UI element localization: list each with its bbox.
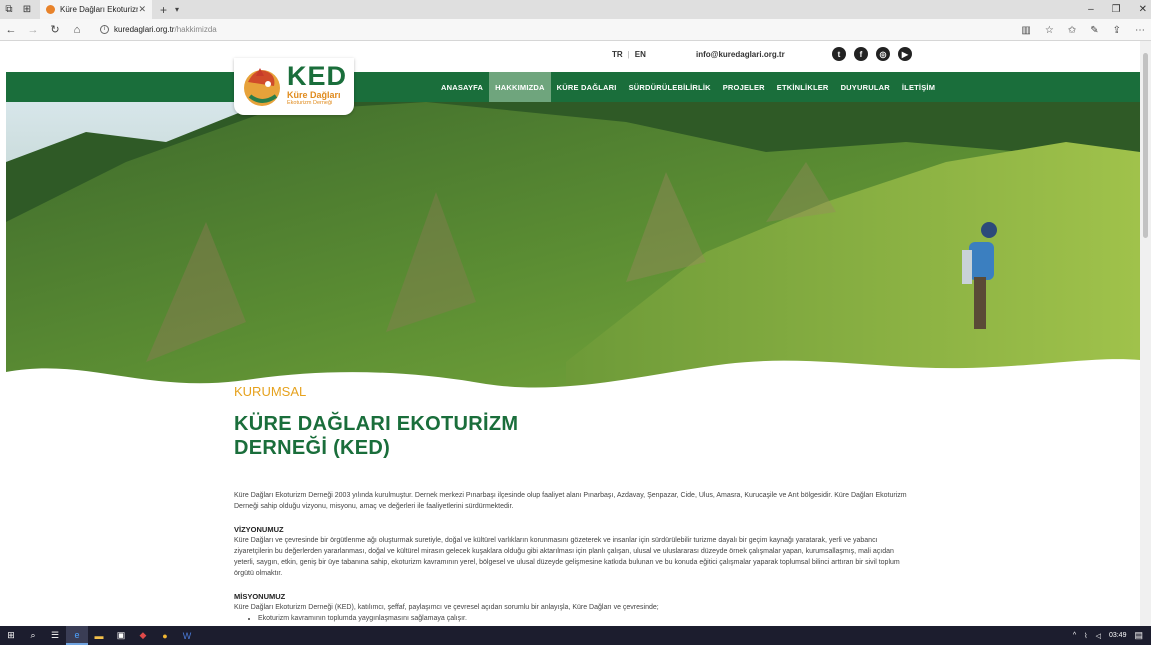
page-title-line-2: DERNEĞİ (KED) [234, 437, 391, 459]
social-links: t f ◎ ▶ [832, 47, 912, 61]
site-logo[interactable]: KED Küre Dağları Ekoturizm Derneği [234, 58, 354, 115]
lang-en-link[interactable]: EN [635, 50, 646, 59]
tab-title: Küre Dağları Ekoturizm [60, 5, 139, 14]
forward-icon[interactable]: → [22, 24, 44, 36]
notifications-icon[interactable]: ▤ [1134, 630, 1143, 641]
page-title: KÜRE DAĞLARI EKOTURİZM DERNEĞİ (KED) [234, 412, 518, 460]
page-scrollbar[interactable] [1140, 41, 1151, 626]
youtube-icon[interactable]: ▶ [898, 47, 912, 61]
home-icon[interactable]: ⌂ [66, 24, 88, 36]
network-icon[interactable]: ⌇ [1084, 632, 1087, 640]
contact-email-link[interactable]: info@kuredaglari.org.tr [696, 50, 785, 59]
file-explorer-icon[interactable]: ▬ [88, 626, 110, 645]
page-viewport: TR | EN info@kuredaglari.org.tr t f ◎ ▶ AN… [0, 41, 1140, 626]
language-switcher: TR | EN [612, 50, 646, 59]
new-tab-icon[interactable]: + [160, 3, 167, 17]
browser-tab-bar: ⧉ ⊞ Küre Dağları Ekoturizm ✕ + ▾ – ❐ ✕ [0, 0, 1151, 19]
edge-browser-icon[interactable]: e [66, 626, 88, 645]
tabs-aside-icon[interactable]: ⊞ [18, 0, 36, 19]
volume-icon[interactable]: ◁ [1096, 632, 1101, 640]
system-tray: ^ ⌇ ◁ 03:49 ▤ [1073, 626, 1143, 645]
lang-separator: | [627, 50, 630, 59]
mission-paragraph: Küre Dağları Ekoturizm Derneği (KED), ka… [234, 604, 659, 611]
url-field[interactable]: i kuredaglari.org.tr/hakkimizda [100, 25, 217, 34]
facebook-icon[interactable]: f [854, 47, 868, 61]
page-content: Küre Dağları Ekoturizm Derneği 2003 yılı… [234, 490, 914, 624]
store-icon[interactable]: ▣ [110, 626, 132, 645]
windows-taskbar: ⊞ ⌕ ☰ e ▬ ▣ ◆ ● W ^ ⌇ ◁ 03:49 ▤ [0, 626, 1151, 645]
mission-list-item: Ekoturizm kavramının toplumda yaygınlaşm… [258, 613, 914, 624]
url-host: kuredaglari.org.tr [114, 25, 175, 34]
browser-tab[interactable]: Küre Dağları Ekoturizm ✕ [40, 0, 152, 19]
logo-subtitle: Küre Dağları [287, 90, 341, 100]
rooster-logo-icon [244, 68, 280, 106]
scrollbar-thumb[interactable] [1143, 53, 1148, 238]
mission-list: Ekoturizm kavramının toplumda yaygınlaşm… [258, 613, 914, 624]
nav-item-duyurular[interactable]: DUYURULAR [835, 72, 896, 102]
clock[interactable]: 03:49 [1109, 632, 1127, 639]
nav-item-iletisim[interactable]: İLETİŞİM [896, 72, 941, 102]
reading-view-icon[interactable]: ▥ [1021, 25, 1030, 36]
instagram-icon[interactable]: ◎ [876, 47, 890, 61]
word-icon[interactable]: W [176, 626, 198, 645]
browser-toolbar: ▥ ☆ ✩ ✎ ⇪ ⋯ [1021, 19, 1145, 41]
share-icon[interactable]: ⇪ [1113, 25, 1121, 36]
minimize-icon[interactable]: – [1088, 4, 1094, 15]
section-kicker: KURUMSAL [234, 384, 307, 399]
vision-heading: VİZYONUMUZ [234, 525, 284, 534]
chrome-icon[interactable]: ● [154, 626, 176, 645]
favorite-star-icon[interactable]: ☆ [1045, 25, 1054, 36]
chevron-down-icon[interactable]: ▾ [175, 5, 179, 14]
vision-paragraph: Küre Dağları ve çevresinde bir örgütlenm… [234, 537, 900, 577]
logo-title: KED [287, 61, 348, 91]
pen-icon[interactable]: ✎ [1090, 25, 1098, 36]
more-icon[interactable]: ⋯ [1135, 25, 1145, 36]
site-favicon-icon [46, 5, 55, 14]
top-strip: TR | EN info@kuredaglari.org.tr t f ◎ ▶ [0, 41, 1140, 71]
nav-item-etkinlikler[interactable]: ETKİNLİKLER [771, 72, 835, 102]
close-tab-icon[interactable]: ✕ [138, 4, 146, 15]
search-icon[interactable]: ⌕ [22, 626, 44, 645]
logo-tagline: Ekoturizm Derneği [287, 100, 333, 106]
main-navbar: ANASAYFA HAKKIMIZDA KÜRE DAĞLARI SÜRDÜRÜ… [6, 72, 1140, 102]
back-icon[interactable]: ← [0, 24, 22, 36]
tray-chevron-icon[interactable]: ^ [1073, 632, 1076, 639]
close-window-icon[interactable]: ✕ [1139, 4, 1147, 15]
site-info-icon[interactable]: i [100, 25, 109, 34]
restore-icon[interactable]: ❐ [1112, 4, 1121, 15]
address-bar: ← → ↻ ⌂ i kuredaglari.org.tr/hakkimizda … [0, 19, 1151, 41]
lang-tr-link[interactable]: TR [612, 50, 623, 59]
page-title-line-1: KÜRE DAĞLARI EKOTURİZM [234, 413, 519, 435]
url-path: /hakkimizda [174, 25, 217, 34]
intro-paragraph: Küre Dağları Ekoturizm Derneği 2003 yılı… [234, 492, 907, 510]
favorites-hub-icon[interactable]: ✩ [1068, 25, 1076, 36]
windows-start-icon[interactable]: ⊞ [0, 626, 22, 645]
window-controls: – ❐ ✕ [1088, 0, 1147, 19]
app-icon[interactable]: ◆ [132, 626, 154, 645]
refresh-icon[interactable]: ↻ [44, 23, 66, 36]
nav-item-kure-daglari[interactable]: KÜRE DAĞLARI [551, 72, 623, 102]
hero-image [6, 102, 1140, 402]
main-menu: ANASAYFA HAKKIMIZDA KÜRE DAĞLARI SÜRDÜRÜ… [435, 72, 941, 102]
nav-item-hakkimizda[interactable]: HAKKIMIZDA [489, 72, 551, 102]
mission-heading: MİSYONUMUZ [234, 592, 286, 601]
twitter-icon[interactable]: t [832, 47, 846, 61]
nav-item-projeler[interactable]: PROJELER [717, 72, 771, 102]
tab-actions-icon[interactable]: ⧉ [0, 0, 18, 19]
task-view-icon[interactable]: ☰ [44, 626, 66, 645]
nav-item-anasayfa[interactable]: ANASAYFA [435, 72, 489, 102]
nav-item-surdurulebilirlik[interactable]: SÜRDÜRÜLEBİLİRLİK [623, 72, 717, 102]
